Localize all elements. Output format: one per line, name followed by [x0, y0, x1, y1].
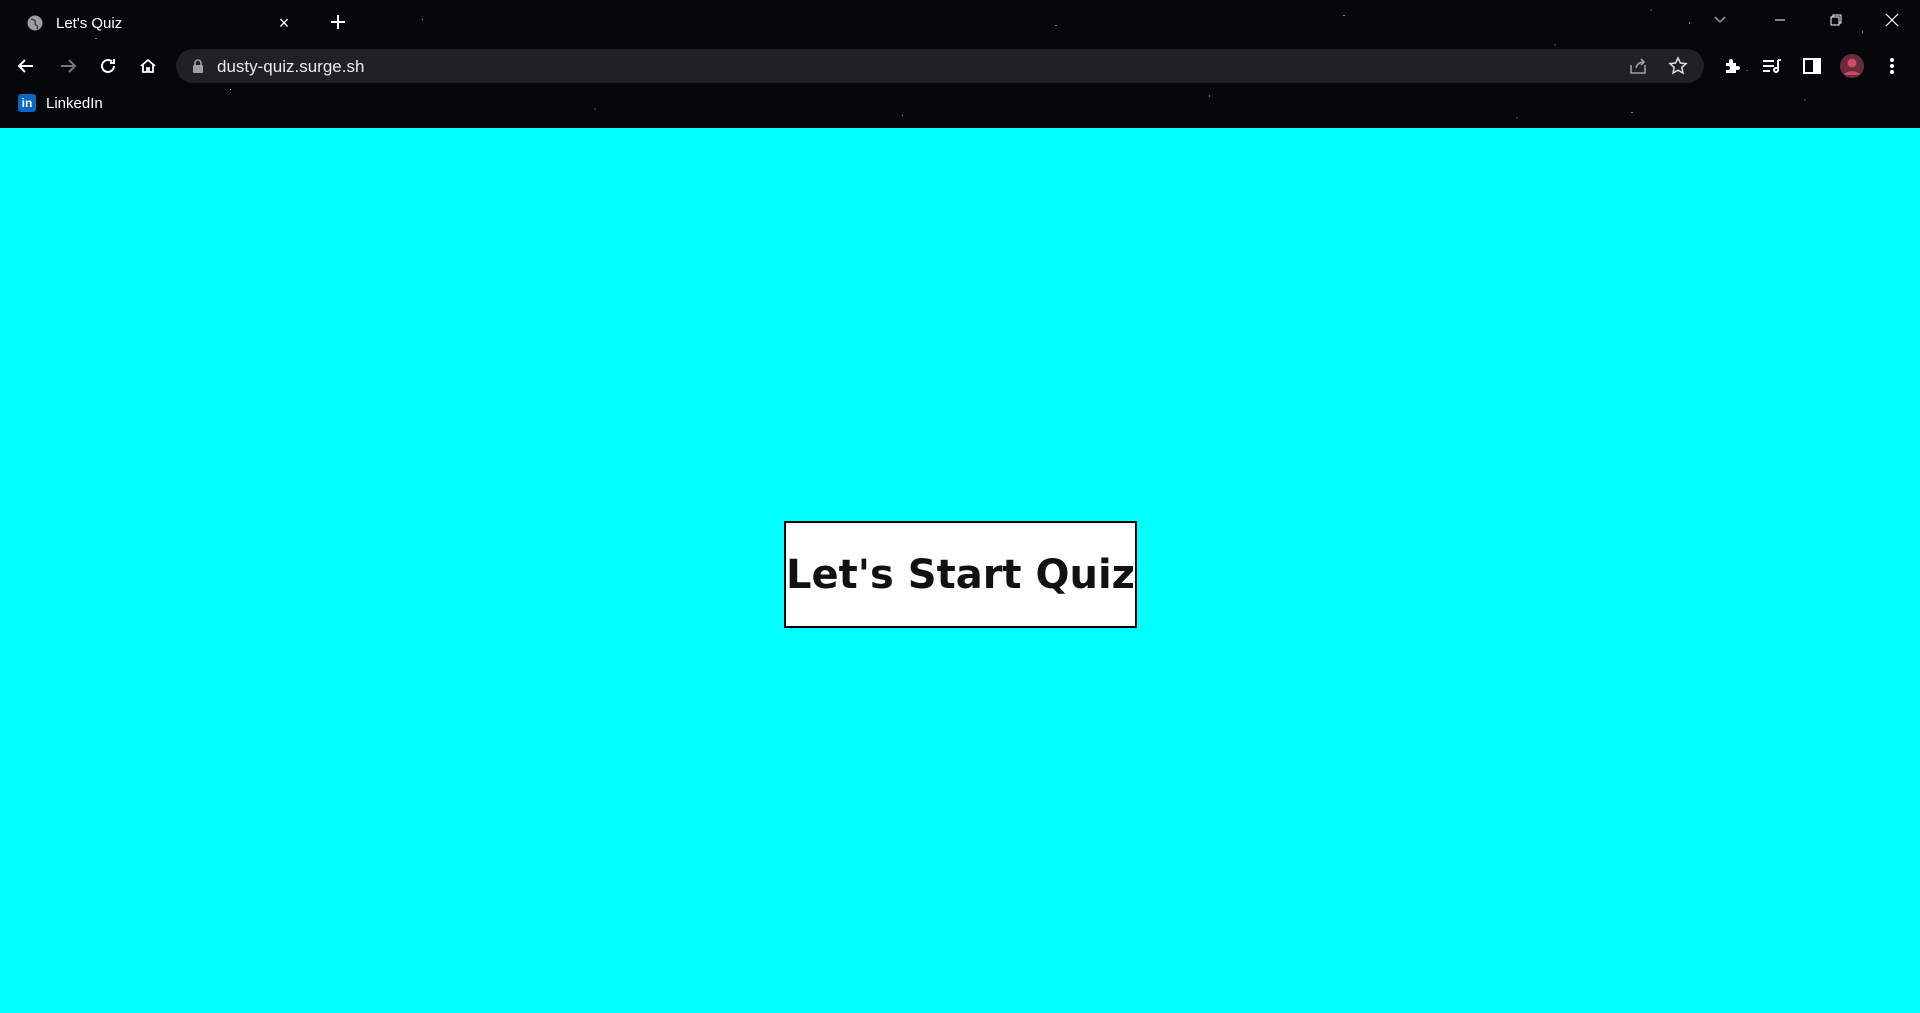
star-bookmark-icon[interactable]	[1662, 53, 1694, 79]
lock-icon[interactable]	[190, 58, 206, 74]
bookmarks-bar: in LinkedIn	[0, 92, 1920, 120]
forward-arrow-icon[interactable]	[52, 50, 84, 82]
home-icon[interactable]	[132, 50, 164, 82]
minimize-icon[interactable]	[1752, 0, 1808, 40]
restore-icon[interactable]	[1808, 0, 1864, 40]
reload-icon[interactable]	[92, 50, 124, 82]
tab-title: Let's Quiz	[56, 14, 123, 32]
address-bar[interactable]: dusty-quiz.surge.sh	[176, 49, 1704, 83]
tab-strip: Let's Quiz ×	[0, 0, 1920, 40]
browser-chrome: Let's Quiz × dusty-quiz.surge.sh in Link…	[0, 0, 1920, 128]
page-content: Let's Start Quiz	[0, 128, 1920, 1013]
linkedin-icon: in	[18, 94, 36, 112]
start-quiz-button[interactable]: Let's Start Quiz	[784, 521, 1137, 628]
url-text[interactable]: dusty-quiz.surge.sh	[217, 57, 364, 77]
bookmark-linkedin[interactable]: in LinkedIn	[18, 94, 103, 112]
share-icon[interactable]	[1622, 53, 1654, 79]
side-panel-icon[interactable]	[1796, 50, 1828, 82]
globe-icon	[26, 14, 44, 32]
browser-toolbar: dusty-quiz.surge.sh	[0, 44, 1920, 88]
extensions-puzzle-icon[interactable]	[1716, 50, 1748, 82]
tab-search-chevron-icon[interactable]	[1706, 8, 1734, 32]
address-bar-actions	[1614, 53, 1694, 79]
media-queue-icon[interactable]	[1756, 50, 1788, 82]
close-window-icon[interactable]	[1864, 0, 1920, 40]
bookmark-label: LinkedIn	[46, 94, 103, 112]
window-controls	[1752, 0, 1920, 40]
profile-avatar[interactable]	[1836, 50, 1868, 82]
tab-close-icon[interactable]: ×	[274, 13, 294, 33]
new-tab-button[interactable]	[324, 8, 352, 36]
tab-lets-quiz[interactable]: Let's Quiz ×	[14, 6, 306, 40]
menu-kebab-icon[interactable]	[1876, 50, 1908, 82]
back-arrow-icon[interactable]	[10, 50, 42, 82]
